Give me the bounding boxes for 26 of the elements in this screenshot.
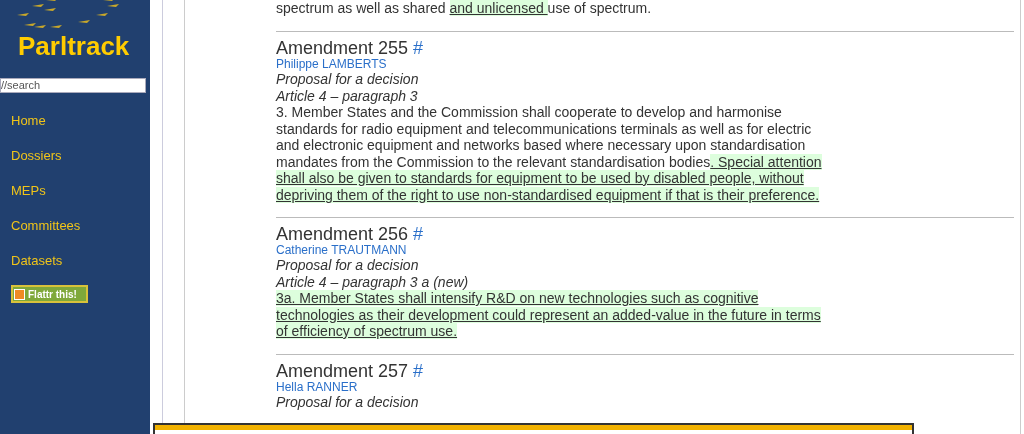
anchor-link[interactable]: # <box>413 360 424 381</box>
amendment-location: Proposal for a decision <box>276 71 420 88</box>
amendment-text: spectrum as well as shared and unlicensed use of spectrum. <box>276 0 653 17</box>
anchor-link[interactable]: # <box>413 224 424 244</box>
search-field[interactable]: //search <box>0 78 146 93</box>
anchor-link[interactable]: # <box>413 38 424 58</box>
amendment-location: Proposal for a decision <box>276 257 420 274</box>
logo[interactable]: Parltrack <box>18 31 150 61</box>
amendment-title: Amendment 255 <box>276 38 409 58</box>
amendment-text: 3a. Member States shall intensify R&D on new technologies such as cognitive technologies as their development could represent an added-value in the future in terms of efficiency of spectrum use. <box>276 290 822 340</box>
nav-link[interactable]: Home <box>11 113 150 129</box>
amendment-location: Article 4 – paragraph 3 a (new) <box>276 273 470 290</box>
author-link[interactable]: Hella RANNER <box>276 380 1014 394</box>
nav-link[interactable]: Dossiers <box>11 148 150 164</box>
amendment-location: Proposal for a decision <box>276 393 420 410</box>
nav-link[interactable]: MEPs <box>11 183 150 199</box>
nav-link[interactable]: Committees <box>11 218 150 234</box>
nav-link[interactable]: Datasets <box>11 253 150 269</box>
flattr-button[interactable]: Flattr this! <box>11 285 88 303</box>
author-link[interactable]: Philippe LAMBERTS <box>276 58 1014 71</box>
amendment-title: Amendment 257 <box>276 360 409 381</box>
author-link[interactable]: Catherine TRAUTMANN <box>276 244 1014 257</box>
flattr-icon <box>14 288 25 300</box>
amendment-title: Amendment 256 <box>276 224 409 244</box>
amendment-location: Article 4 – paragraph 3 <box>276 87 419 104</box>
amendment-text: 3. Member States and the Commission shall cooperate to develop and harmonise standards for radio equipment and telecommunications terminals as well as for electric and electronic equipment and networks based where necessary upon standardisation mandates from the Commission to the relevant standardisation bodies. Special attention shall also be given to standards for equipment to be used by disabled people, without depriving them of the right to use non-standardised equipment if that is their preference. <box>276 104 823 203</box>
